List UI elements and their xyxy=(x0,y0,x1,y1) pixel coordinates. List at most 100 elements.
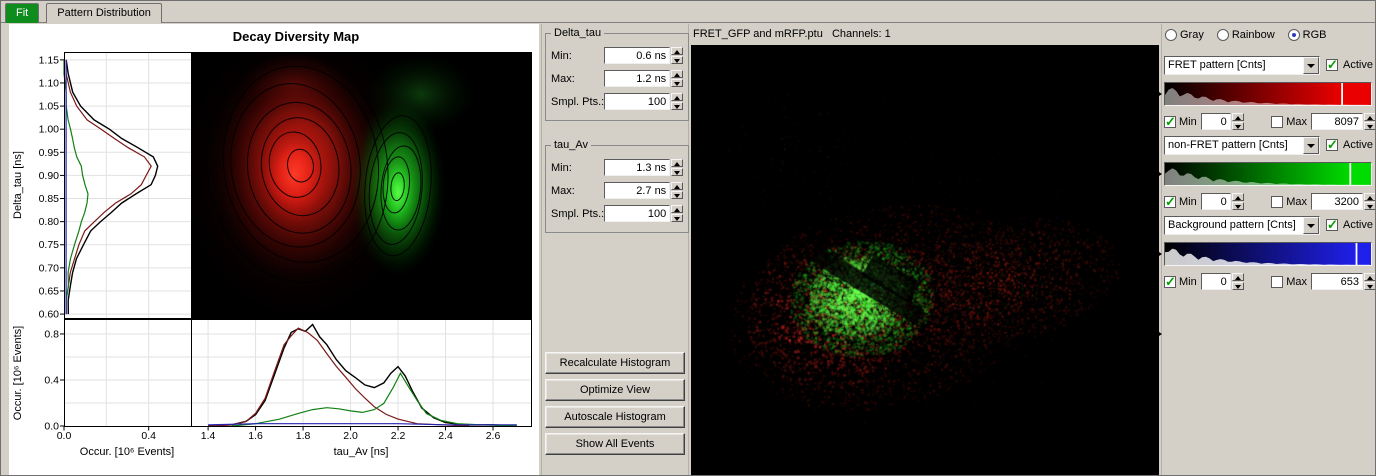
min-input[interactable] xyxy=(1201,273,1231,290)
max-checkbox[interactable] xyxy=(1271,276,1283,288)
spin-up-icon[interactable] xyxy=(671,70,683,78)
delta-tau-group: Delta_tau Min: Max: Smpl. Pts.: xyxy=(545,27,689,121)
svg-text:0.75: 0.75 xyxy=(39,239,60,251)
spin-up-icon[interactable] xyxy=(1232,113,1244,121)
spin-up-icon[interactable] xyxy=(671,47,683,55)
svg-text:0.95: 0.95 xyxy=(39,147,60,159)
spin-up-icon[interactable] xyxy=(1232,273,1244,281)
spin-down-icon[interactable] xyxy=(1364,282,1376,290)
min-input[interactable] xyxy=(1201,113,1231,130)
fret-histogram-strip[interactable] xyxy=(1164,82,1372,106)
expand-arrow-icon[interactable] xyxy=(1156,170,1162,178)
tab-bar: Fit Pattern Distribution xyxy=(1,1,1375,23)
delta-tau-min-spinbox xyxy=(604,47,683,64)
channel-block-fret: FRET pattern [Cnts] Active Min Max xyxy=(1164,56,1376,136)
svg-text:2.4: 2.4 xyxy=(438,430,453,442)
spin-down-icon[interactable] xyxy=(1232,122,1244,130)
expand-arrow-icon[interactable] xyxy=(1156,90,1162,98)
spin-up-icon[interactable] xyxy=(671,159,683,167)
optimize-view-button[interactable]: Optimize View xyxy=(545,379,685,401)
tau-av-min-input[interactable] xyxy=(604,159,670,176)
max-label: Max xyxy=(1286,116,1307,128)
spin-down-icon[interactable] xyxy=(671,56,683,64)
svg-text:0.4: 0.4 xyxy=(141,430,156,442)
spin-down-icon[interactable] xyxy=(1232,202,1244,210)
min-checkbox[interactable] xyxy=(1164,116,1176,128)
spin-down-icon[interactable] xyxy=(1364,202,1376,210)
svg-text:1.05: 1.05 xyxy=(39,101,60,113)
nonfret-pattern-select[interactable]: non-FRET pattern [Cnts] xyxy=(1164,136,1320,155)
spin-down-icon[interactable] xyxy=(671,102,683,110)
chevron-down-icon[interactable] xyxy=(1303,57,1319,74)
svg-text:0.80: 0.80 xyxy=(39,216,60,228)
min-checkbox[interactable] xyxy=(1164,196,1176,208)
tab-pattern-distribution[interactable]: Pattern Distribution xyxy=(46,3,162,23)
nonfret-active-checkbox[interactable] xyxy=(1326,139,1338,151)
spin-down-icon[interactable] xyxy=(671,168,683,176)
tau-av-smpl-input[interactable] xyxy=(604,205,670,222)
min-checkbox[interactable] xyxy=(1164,276,1176,288)
tau-av-group: tau_Av Min: Max: Smpl. Pts.: xyxy=(545,139,689,233)
spinner xyxy=(671,93,683,110)
color-mode-group: Gray Rainbow RGB xyxy=(1165,29,1375,41)
fluorescence-image[interactable] xyxy=(691,45,1159,476)
background-histogram-strip[interactable] xyxy=(1164,242,1372,266)
spin-up-icon[interactable] xyxy=(1364,273,1376,281)
gray-radio[interactable] xyxy=(1165,29,1177,41)
max-checkbox[interactable] xyxy=(1271,116,1283,128)
show-all-events-button[interactable]: Show All Events xyxy=(545,433,685,455)
spin-up-icon[interactable] xyxy=(671,182,683,190)
background-pattern-select[interactable]: Background pattern [Cnts] xyxy=(1164,216,1320,235)
background-active-checkbox[interactable] xyxy=(1326,219,1338,231)
spin-up-icon[interactable] xyxy=(1232,193,1244,201)
svg-text:Decay Diversity Map: Decay Diversity Map xyxy=(233,29,360,44)
min-input[interactable] xyxy=(1201,193,1231,210)
max-checkbox[interactable] xyxy=(1271,196,1283,208)
rainbow-radio[interactable] xyxy=(1217,29,1229,41)
mode-rgb: RGB xyxy=(1288,29,1327,41)
tau-av-max-input[interactable] xyxy=(604,182,670,199)
svg-text:1.15: 1.15 xyxy=(39,54,60,66)
rgb-radio[interactable] xyxy=(1288,29,1300,41)
delta-tau-smpl-input[interactable] xyxy=(604,93,670,110)
fret-pattern-select[interactable]: FRET pattern [Cnts] xyxy=(1164,56,1320,75)
tab-fit[interactable]: Fit xyxy=(5,3,39,23)
fret-range-row: Min Max xyxy=(1164,113,1376,130)
spin-up-icon[interactable] xyxy=(671,93,683,101)
max-input[interactable] xyxy=(1311,113,1363,130)
expand-arrow-icon[interactable] xyxy=(1156,330,1162,338)
autoscale-histogram-button[interactable]: Autoscale Histogram xyxy=(545,406,685,428)
svg-text:1.00: 1.00 xyxy=(39,124,60,136)
delta-tau-max-input[interactable] xyxy=(604,70,670,87)
chevron-down-icon[interactable] xyxy=(1303,137,1319,154)
spinner xyxy=(1232,113,1244,130)
spin-up-icon[interactable] xyxy=(1364,113,1376,121)
max-spinbox xyxy=(1311,273,1376,290)
spin-down-icon[interactable] xyxy=(1232,282,1244,290)
fret-active-checkbox[interactable] xyxy=(1326,59,1338,71)
svg-text:2.6: 2.6 xyxy=(486,430,501,442)
max-spinbox xyxy=(1311,193,1376,210)
chevron-down-icon[interactable] xyxy=(1303,217,1319,234)
svg-text:0.70: 0.70 xyxy=(39,262,60,274)
min-spinbox xyxy=(1201,273,1244,290)
max-input[interactable] xyxy=(1311,193,1363,210)
mode-gray: Gray xyxy=(1165,29,1204,41)
decay-diversity-map[interactable]: Decay Diversity Map1.151.101.051.000.950… xyxy=(9,24,539,476)
panel-divider xyxy=(541,24,542,475)
gray-label: Gray xyxy=(1180,29,1204,41)
delta-tau-min-input[interactable] xyxy=(604,47,670,64)
max-input[interactable] xyxy=(1311,273,1363,290)
spin-up-icon[interactable] xyxy=(671,205,683,213)
min-spinbox xyxy=(1201,113,1244,130)
spin-up-icon[interactable] xyxy=(1364,193,1376,201)
svg-text:1.8: 1.8 xyxy=(296,430,311,442)
max-label: Max: xyxy=(551,73,575,85)
expand-arrow-icon[interactable] xyxy=(1156,250,1162,258)
spin-down-icon[interactable] xyxy=(1364,122,1376,130)
nonfret-histogram-strip[interactable] xyxy=(1164,162,1372,186)
spin-down-icon[interactable] xyxy=(671,191,683,199)
spin-down-icon[interactable] xyxy=(671,214,683,222)
recalculate-histogram-button[interactable]: Recalculate Histogram xyxy=(545,352,685,374)
spin-down-icon[interactable] xyxy=(671,79,683,87)
